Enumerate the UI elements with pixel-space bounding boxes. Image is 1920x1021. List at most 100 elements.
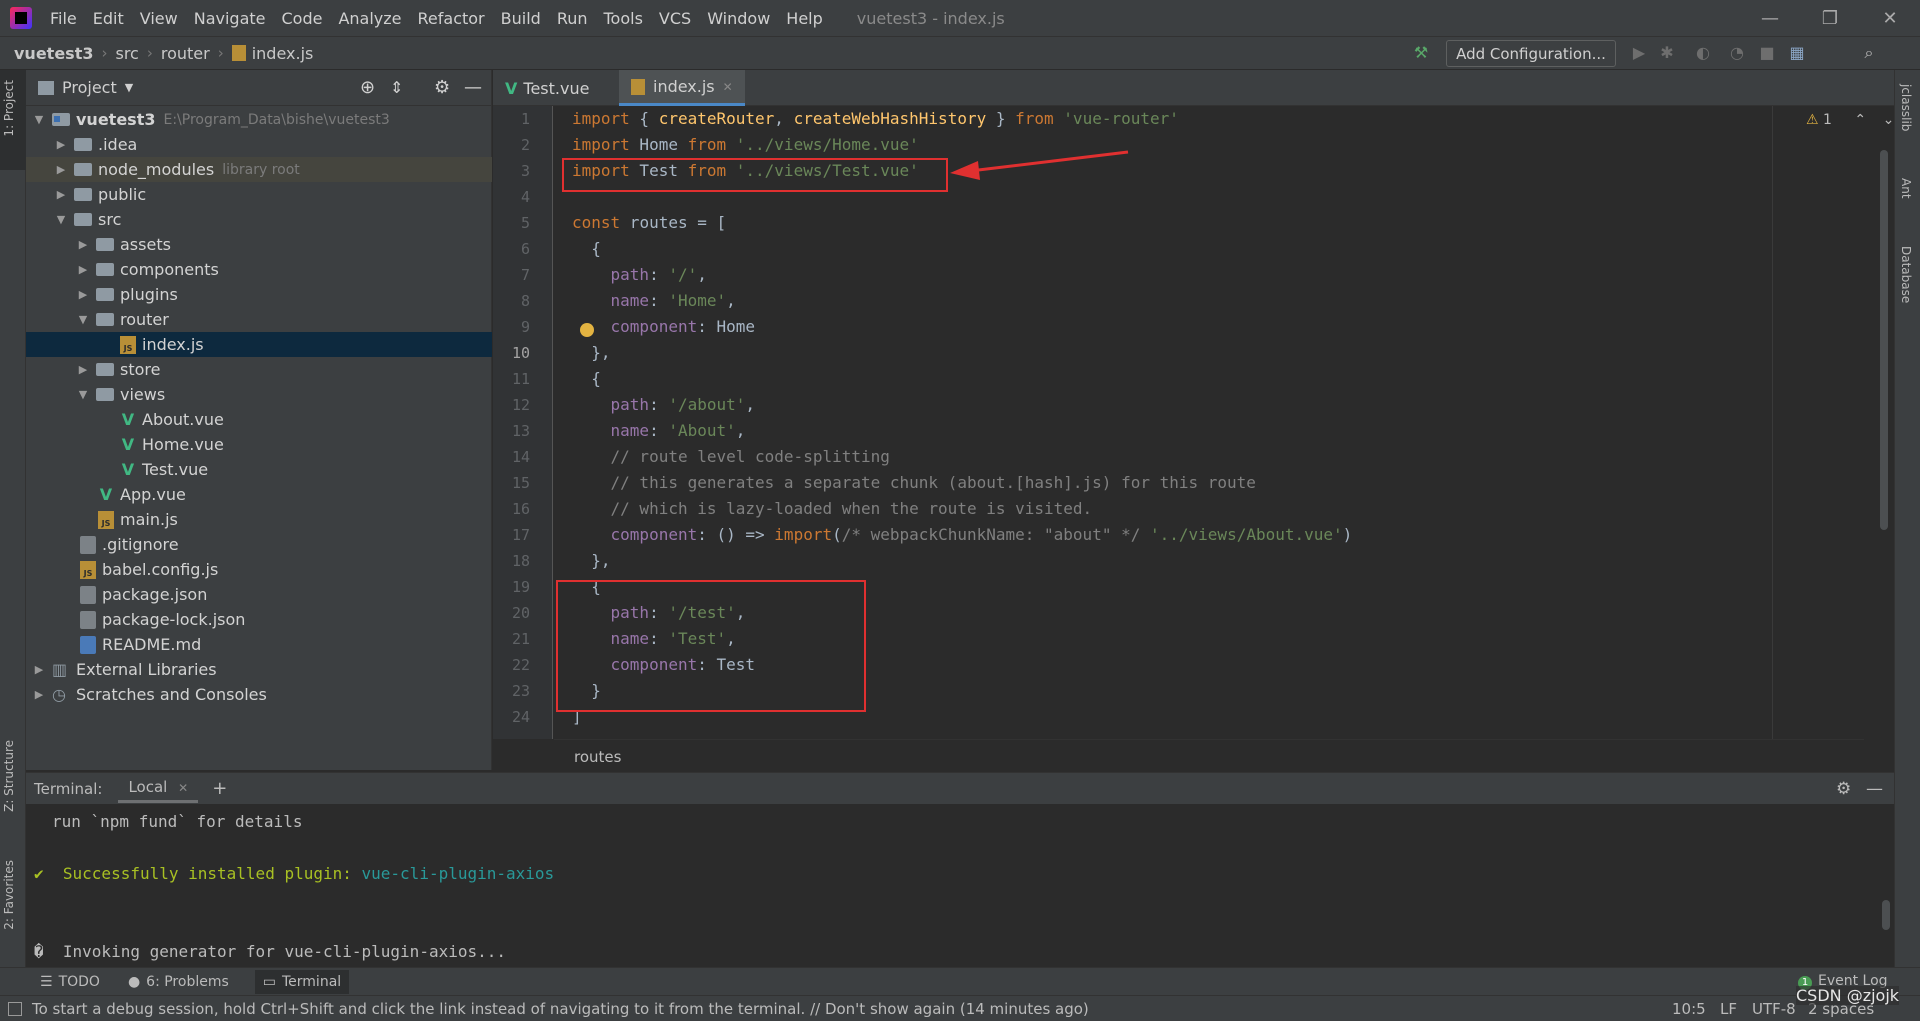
tree-item-babel-config[interactable]: JS babel.config.js — [26, 557, 492, 582]
chevron-right-icon[interactable]: ▶ — [32, 688, 46, 701]
chevron-right-icon[interactable]: ▶ — [54, 188, 68, 201]
chevron-right-icon[interactable]: ▶ — [76, 288, 90, 301]
chevron-right-icon[interactable]: ▶ — [76, 363, 90, 376]
project-tool-tab[interactable]: 1: Project — [2, 80, 16, 137]
caret-position[interactable]: 10:5 — [1672, 1000, 1706, 1018]
tree-item-scratches[interactable]: ▶ ◷ Scratches and Consoles — [26, 682, 492, 707]
menu-build[interactable]: Build — [493, 9, 549, 28]
editor-scrollbar[interactable] — [1880, 150, 1888, 530]
todo-tool-button[interactable]: ☰ TODO — [40, 974, 100, 990]
close-tab-icon[interactable]: ✕ — [178, 781, 188, 795]
structure-tool-tab[interactable]: Z: Structure — [2, 740, 16, 812]
tree-item-app-vue[interactable]: V App.vue — [26, 482, 492, 507]
project-panel-title[interactable]: Project — [62, 78, 117, 97]
hide-panel-icon[interactable]: — — [1866, 779, 1883, 799]
favorites-tool-tab[interactable]: 2: Favorites — [2, 860, 16, 930]
chevron-down-icon[interactable]: ▼ — [76, 388, 90, 401]
build-hammer-icon[interactable]: ⚒ — [1410, 42, 1432, 64]
tree-item-idea[interactable]: ▶ .idea — [26, 132, 492, 157]
tree-item-assets[interactable]: ▶ assets — [26, 232, 492, 257]
add-configuration-button[interactable]: Add Configuration... — [1446, 40, 1616, 67]
locate-icon[interactable]: ⊕ — [360, 77, 375, 98]
chevron-down-icon[interactable]: ▼ — [54, 213, 68, 226]
lightbulb-icon[interactable] — [580, 323, 594, 337]
menu-vcs[interactable]: VCS — [651, 9, 699, 28]
tree-item-components[interactable]: ▶ components — [26, 257, 492, 282]
menu-code[interactable]: Code — [274, 9, 331, 28]
hide-panel-icon[interactable]: — — [464, 77, 482, 98]
tab-index-js[interactable]: index.js ✕ — [619, 70, 745, 106]
problems-indicator[interactable]: ⚠ 1 ⌃ ⌄ — [1806, 112, 1894, 128]
tree-item-src[interactable]: ▼ src — [26, 207, 492, 232]
breadcrumb-file[interactable]: index.js — [246, 44, 314, 63]
chevron-down-icon[interactable]: ▼ — [125, 81, 133, 94]
menu-tools[interactable]: Tools — [596, 9, 651, 28]
tree-item-package-json[interactable]: package.json — [26, 582, 492, 607]
search-everywhere-icon[interactable]: ⌕ — [1858, 42, 1880, 64]
tree-item-external-libraries[interactable]: ▶ ▥ External Libraries — [26, 657, 492, 682]
tree-item-node-modules[interactable]: ▶ node_modules library root — [26, 157, 492, 182]
chevron-down-icon[interactable]: ⌄ — [1883, 112, 1895, 128]
tree-item-store[interactable]: ▶ store — [26, 357, 492, 382]
chevron-right-icon[interactable]: ▶ — [54, 163, 68, 176]
chevron-down-icon[interactable]: ▼ — [32, 113, 46, 126]
debug-icon[interactable]: ✱ — [1656, 42, 1678, 64]
terminal-output[interactable]: run `npm fund` for details ✔ Successfull… — [26, 804, 1890, 967]
stop-icon[interactable]: ■ — [1756, 42, 1778, 64]
menu-run[interactable]: Run — [549, 9, 596, 28]
terminal-scrollbar[interactable] — [1882, 900, 1890, 930]
add-tab-icon[interactable]: + — [212, 778, 227, 799]
tree-item-main-js[interactable]: JS main.js — [26, 507, 492, 532]
layout-toggle-icon[interactable] — [8, 1001, 22, 1016]
menu-edit[interactable]: Edit — [85, 9, 132, 28]
breadcrumb-router[interactable]: router — [153, 44, 210, 63]
chevron-right-icon[interactable]: ▶ — [32, 663, 46, 676]
menu-help[interactable]: Help — [778, 9, 830, 28]
menu-window[interactable]: Window — [699, 9, 778, 28]
database-tool-tab[interactable]: Database — [1899, 246, 1913, 303]
menu-navigate[interactable]: Navigate — [186, 9, 274, 28]
chevron-right-icon[interactable]: ▶ — [76, 238, 90, 251]
tab-test-vue[interactable]: V Test.vue — [493, 70, 601, 106]
menu-analyze[interactable]: Analyze — [330, 9, 409, 28]
tree-item-gitignore[interactable]: .gitignore — [26, 532, 492, 557]
chevron-right-icon[interactable]: ▶ — [76, 263, 90, 276]
breadcrumb-src[interactable]: src — [107, 44, 138, 63]
minimize-icon[interactable]: — — [1740, 0, 1800, 36]
menu-file[interactable]: File — [42, 9, 85, 28]
tree-item-test-vue[interactable]: V Test.vue — [26, 457, 492, 482]
tree-item-plugins[interactable]: ▶ plugins — [26, 282, 492, 307]
gear-icon[interactable]: ⚙ — [434, 77, 450, 98]
tree-item-about-vue[interactable]: V About.vue — [26, 407, 492, 432]
coverage-icon[interactable]: ◐ — [1692, 42, 1714, 64]
tree-item-router[interactable]: ▼ router — [26, 307, 492, 332]
profile-icon[interactable]: ◔ — [1726, 42, 1748, 64]
close-tab-icon[interactable]: ✕ — [723, 80, 733, 94]
breadcrumb-project[interactable]: vuetest3 — [0, 44, 93, 63]
menu-refactor[interactable]: Refactor — [410, 9, 493, 28]
chevron-right-icon[interactable]: ▶ — [54, 138, 68, 151]
collapse-all-icon[interactable]: ⇕ — [390, 78, 403, 97]
status-message[interactable]: To start a debug session, hold Ctrl+Shif… — [32, 1000, 1089, 1018]
jclasslib-tool-tab[interactable]: jclasslib — [1899, 84, 1913, 131]
problems-tool-button[interactable]: ● 6: Problems — [128, 974, 229, 990]
tree-item-home-vue[interactable]: V Home.vue — [26, 432, 492, 457]
tree-item-vuetest3[interactable]: ▼ vuetest3 E:\Program_Data\bishe\vuetest… — [26, 107, 492, 132]
tree-item-views[interactable]: ▼ views — [26, 382, 492, 407]
chevron-down-icon[interactable]: ▼ — [76, 313, 90, 326]
tree-item-readme[interactable]: README.md — [26, 632, 492, 657]
tree-item-index-js[interactable]: JS index.js — [26, 332, 492, 357]
gear-icon[interactable]: ⚙ — [1836, 779, 1851, 799]
menu-view[interactable]: View — [132, 9, 186, 28]
close-window-icon[interactable]: ✕ — [1860, 0, 1920, 36]
breadcrumb-routes[interactable]: routes — [574, 748, 621, 766]
terminal-tool-button[interactable]: ▭ Terminal — [254, 969, 350, 994]
file-encoding[interactable]: UTF-8 — [1752, 1000, 1796, 1018]
tab-local[interactable]: Local ✕ — [118, 774, 199, 803]
project-structure-icon[interactable]: ▦ — [1786, 42, 1808, 64]
ant-tool-tab[interactable]: Ant — [1899, 178, 1913, 199]
tree-item-public[interactable]: ▶ public — [26, 182, 492, 207]
chevron-up-icon[interactable]: ⌃ — [1854, 112, 1866, 128]
restore-icon[interactable]: ❐ — [1800, 0, 1860, 36]
tree-item-package-lock-json[interactable]: package-lock.json — [26, 607, 492, 632]
